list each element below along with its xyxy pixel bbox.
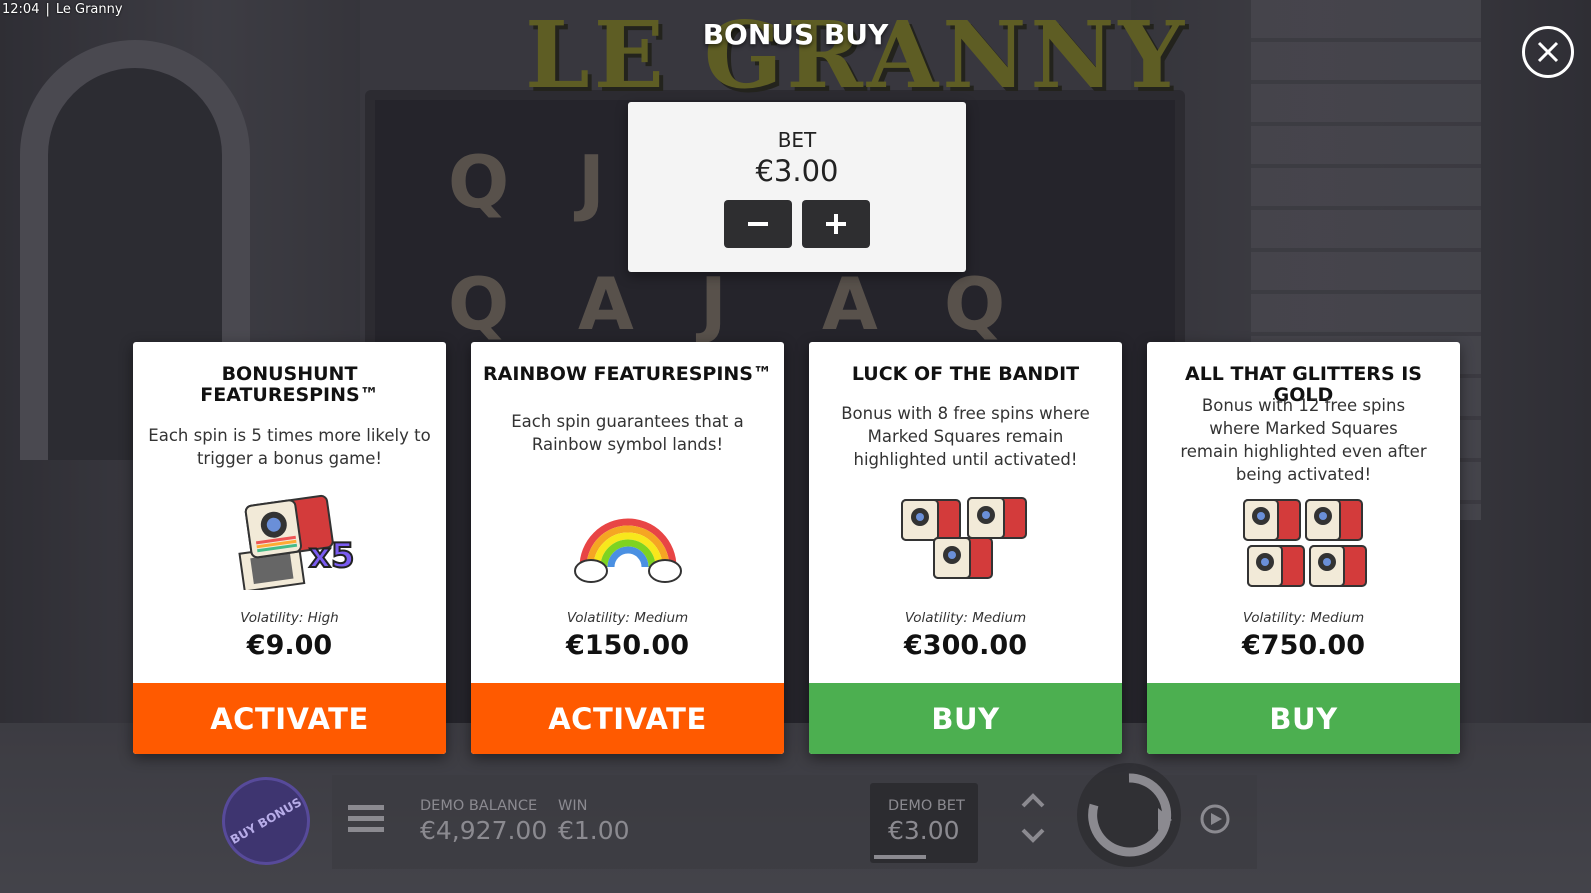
buy-button[interactable]: BUY [1147,683,1460,754]
bet-panel: BET €3.00 [628,102,966,272]
decrease-bet-button[interactable] [724,200,792,248]
four-cameras-icon [1147,494,1460,594]
price: €150.00 [566,630,689,661]
volatility: Volatility: Medium [1242,610,1365,626]
spin-icon [1077,763,1181,867]
camera-x5-icon: x5 [133,490,446,590]
win-label: WIN [558,798,588,814]
bet-level-indicator [874,855,926,859]
bet-stepper [628,200,966,248]
spin-button[interactable] [1074,760,1184,870]
bonus-card-all-that-glitters: ALL THAT GLITTERS IS GOLD Bonus with 12 … [1147,342,1460,754]
volatility: Volatility: Medium [904,610,1027,626]
card-description: Bonus with 12 free spins where Marked Sq… [1180,396,1427,484]
plus-icon [826,214,846,234]
price: €9.00 [246,630,333,661]
clock: 12:04 [2,1,40,17]
status-bar: 12:04 | Le Granny [2,0,123,18]
card-description: Each spin guarantees that a Rainbow symb… [511,412,744,454]
autoplay-icon[interactable] [1198,802,1232,836]
volatility: Volatility: Medium [566,610,689,626]
increase-bet-button[interactable] [802,200,870,248]
modal-title: BONUS BUY [702,18,889,51]
close-icon [1537,41,1559,63]
bonus-cards: BONUSHUNT FEATURESPINS™ Each spin is 5 t… [133,342,1461,754]
multiplier-badge: x5 [308,535,356,577]
window-title: Le Granny [55,1,123,17]
bonus-card-luck-of-the-bandit: LUCK OF THE BANDIT Bonus with 8 free spi… [809,342,1122,754]
bet-value: €3.00 [755,154,839,188]
card-title: BONUSHUNT FEATURESPINS™ [200,363,379,406]
price: €300.00 [904,630,1027,661]
win-value: €1.00 [558,816,630,845]
card-description: Each spin is 5 times more likely to trig… [148,426,431,468]
balance-value: €4,927.00 [420,816,548,845]
bonus-card-rainbow: RAINBOW FEATURESPINS™ Each spin guarante… [471,342,784,754]
rainbow-icon [471,492,784,592]
balance-label: DEMO BALANCE [420,798,538,814]
volatility: Volatility: High [240,610,339,626]
activate-button[interactable]: ACTIVATE [133,683,446,754]
card-description: Bonus with 8 free spins where Marked Squ… [841,404,1090,469]
close-button[interactable] [1522,26,1574,78]
demo-bet-label: DEMO BET [888,798,965,814]
card-title: LUCK OF THE BANDIT [851,363,1080,385]
bet-arrows-icon[interactable] [1017,790,1049,846]
minus-icon [748,222,768,226]
divider: | [45,1,50,17]
bet-label: BET [777,128,817,152]
three-cameras-icon [809,490,1122,590]
card-title: RAINBOW FEATURESPINS™ [483,363,772,385]
buy-button[interactable]: BUY [809,683,1122,754]
menu-icon[interactable] [348,803,384,835]
activate-button[interactable]: ACTIVATE [471,683,784,754]
bonus-card-bonushunt: BONUSHUNT FEATURESPINS™ Each spin is 5 t… [133,342,446,754]
price: €750.00 [1242,630,1365,661]
demo-bet-value: €3.00 [888,816,960,845]
